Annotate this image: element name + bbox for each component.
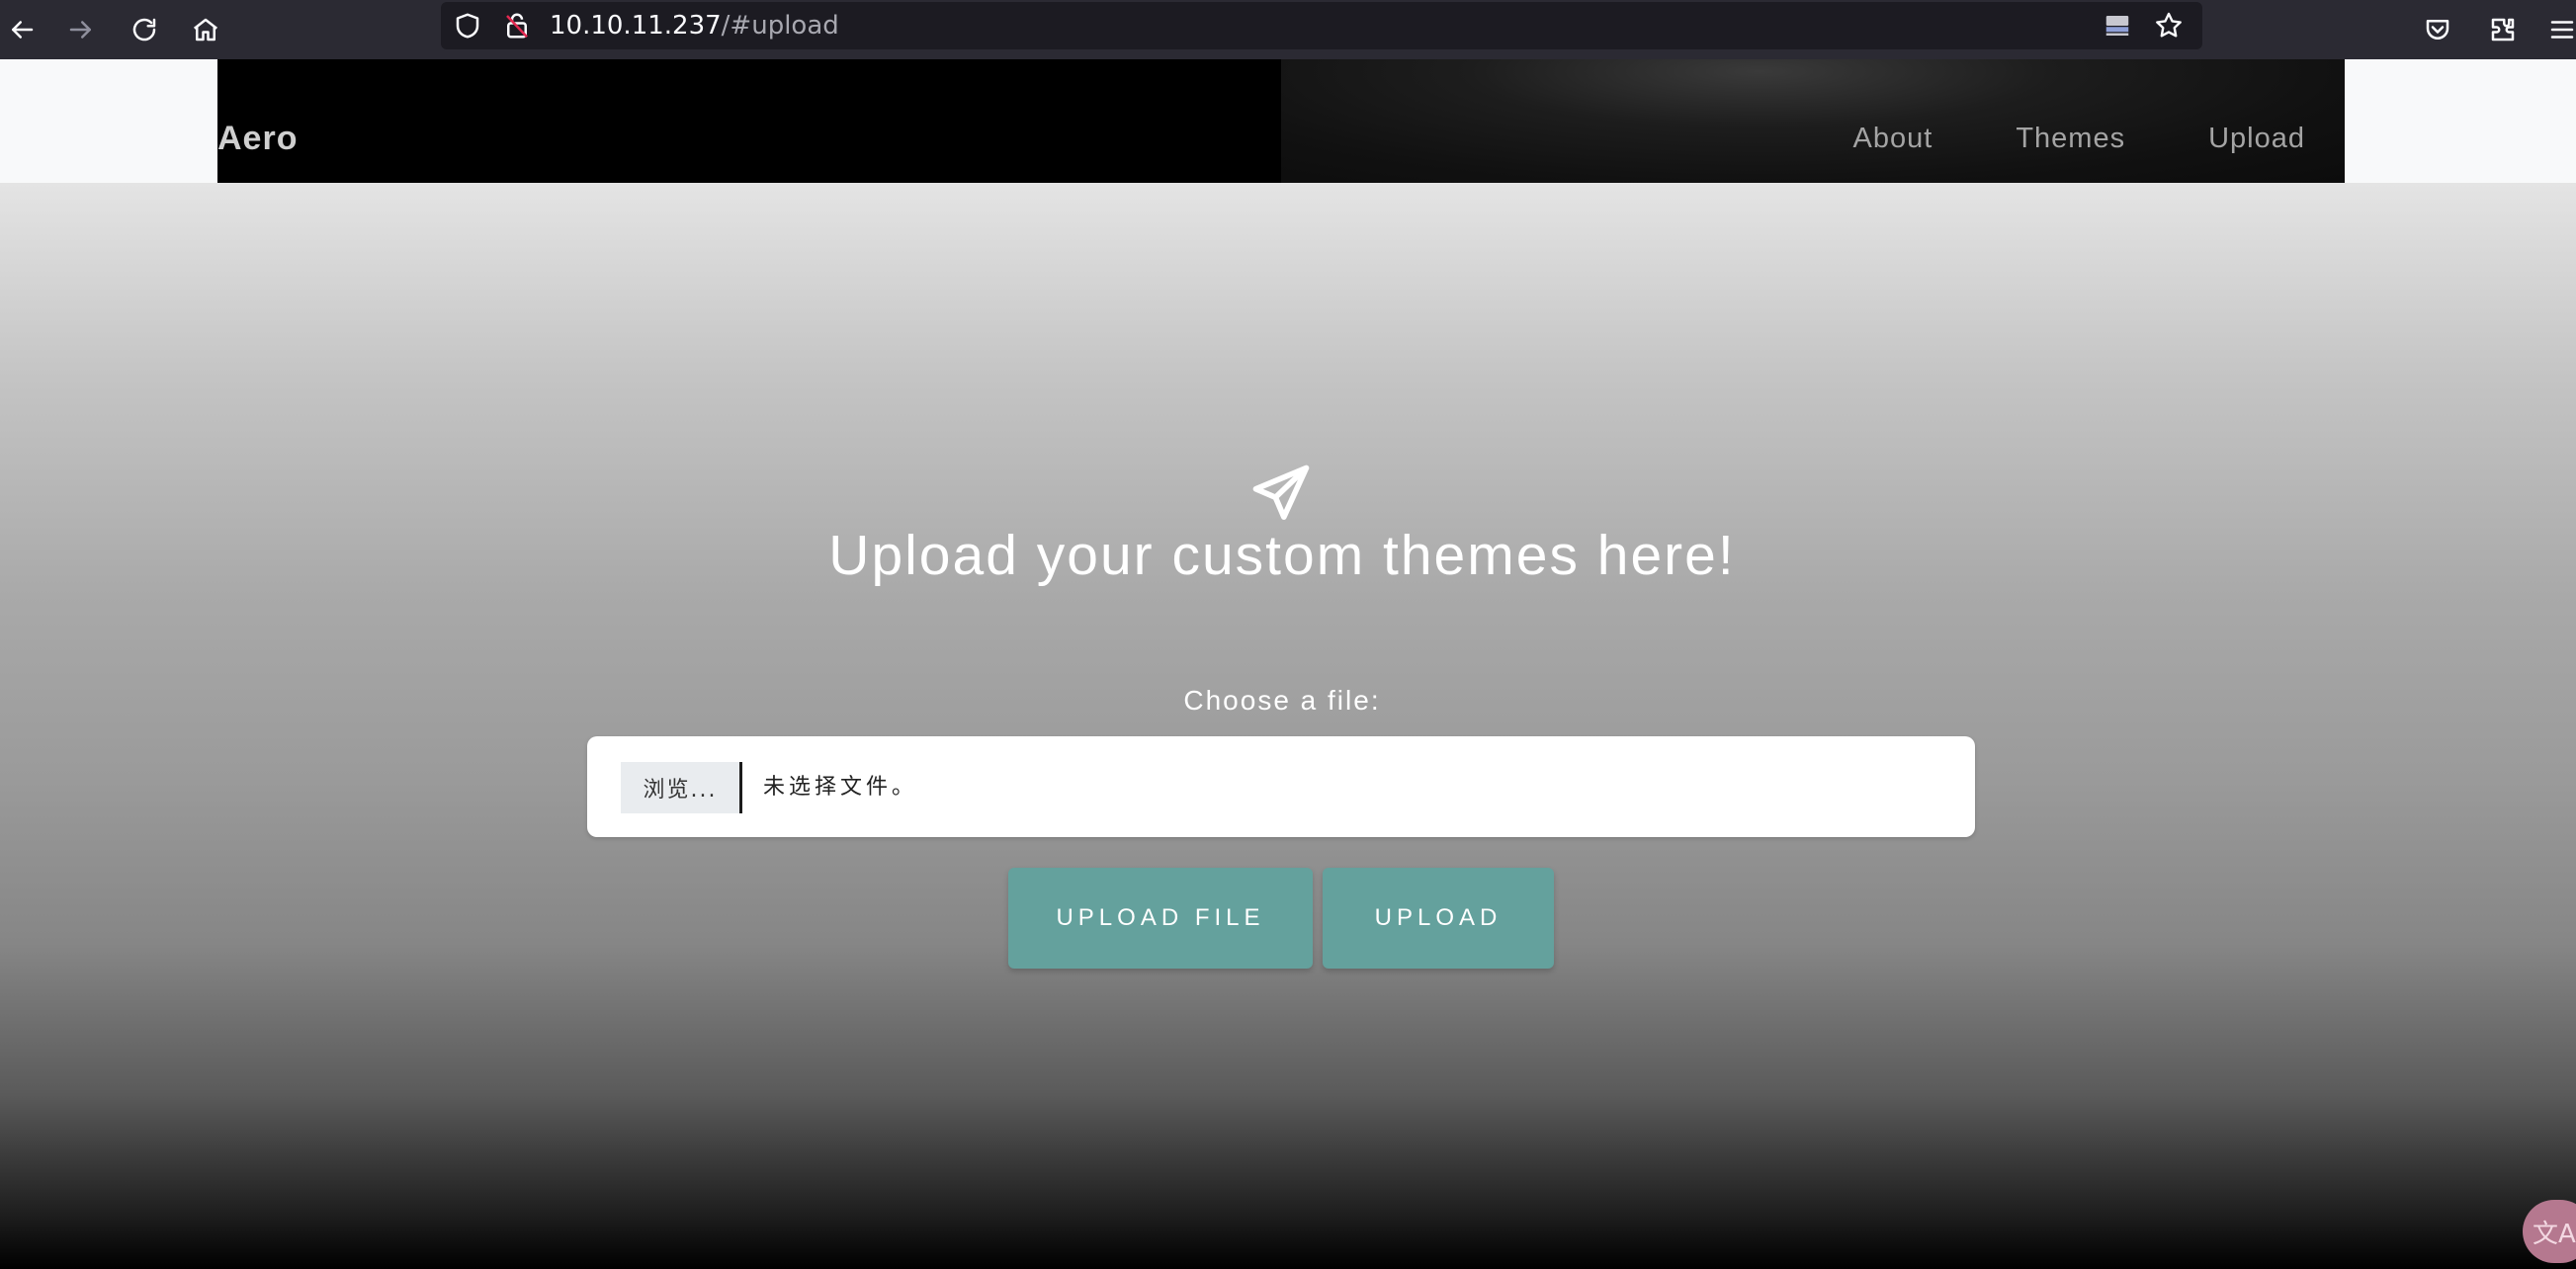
nav-links: About Themes Upload — [1770, 59, 2305, 183]
upload-file-button[interactable]: UPLOAD FILE — [1008, 868, 1313, 969]
nav-link-themes[interactable]: Themes — [2016, 123, 2125, 155]
brand-logo[interactable]: Aero — [217, 59, 298, 183]
upload-button[interactable]: UPLOAD — [1323, 868, 1554, 969]
page-headline: Upload your custom themes here! — [828, 524, 1736, 587]
no-file-selected-text: 未选择文件。 — [763, 775, 918, 800]
site-navbar: Aero About Themes Upload — [217, 59, 2345, 183]
extensions-icon[interactable] — [2481, 8, 2525, 51]
upload-section: Upload your custom themes here! Choose a… — [0, 183, 2576, 1269]
shield-icon[interactable] — [453, 11, 482, 41]
pocket-icon[interactable] — [2416, 8, 2459, 51]
browser-toolbar: 10.10.11.237/#upload — [0, 0, 2576, 59]
choose-file-label: Choose a file: — [1183, 685, 1381, 716]
paper-plane-icon — [1252, 465, 1310, 520]
nav-link-upload[interactable]: Upload — [2208, 123, 2305, 155]
browse-button[interactable]: 浏览... — [621, 762, 742, 813]
url-bar[interactable]: 10.10.11.237/#upload — [441, 2, 2202, 49]
home-icon[interactable] — [184, 8, 227, 51]
web-page: Aero About Themes Upload Upload your cus… — [0, 59, 2576, 1269]
url-path: /#upload — [721, 11, 839, 41]
forward-icon[interactable] — [59, 8, 103, 51]
reload-icon[interactable] — [123, 8, 166, 51]
url-text[interactable]: 10.10.11.237/#upload — [550, 2, 839, 49]
file-input[interactable]: 浏览... 未选择文件。 — [587, 736, 1975, 837]
bookmark-star-icon[interactable] — [2153, 10, 2185, 42]
insecure-lock-icon[interactable] — [502, 11, 532, 41]
menu-icon[interactable] — [2540, 8, 2576, 51]
back-icon[interactable] — [0, 8, 43, 51]
url-host: 10.10.11.237 — [550, 11, 722, 41]
nav-link-about[interactable]: About — [1853, 123, 1933, 155]
reader-view-icon[interactable] — [2102, 11, 2133, 41]
